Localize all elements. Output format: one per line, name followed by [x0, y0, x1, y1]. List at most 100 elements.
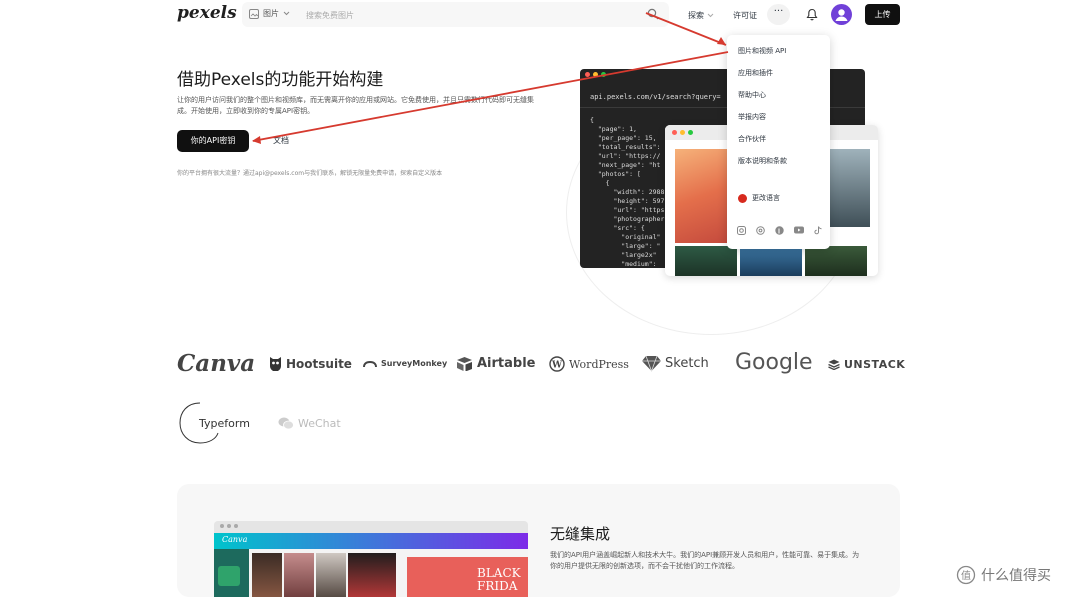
wordpress-icon: W [549, 356, 565, 372]
minimize-dot [680, 130, 685, 135]
feature-title: 无缝集成 [550, 525, 611, 543]
more-button[interactable]: ··· [767, 4, 790, 25]
social-links [737, 226, 822, 235]
monkey-icon [363, 360, 377, 367]
wordpress-label: WordPress [569, 357, 629, 371]
instagram-icon[interactable] [737, 226, 746, 235]
code-line: "per_page": 15, [590, 134, 657, 142]
app-tile-icon [218, 566, 240, 586]
menu-item-apps[interactable]: 应用和插件 [738, 68, 773, 78]
window-dots [672, 130, 693, 135]
chevron-down-icon [707, 13, 713, 18]
chevron-down-icon [283, 11, 290, 16]
svg-text:值: 值 [961, 569, 971, 582]
window-dot [234, 524, 238, 528]
menu-item-api[interactable]: 图片和视频 API [738, 46, 786, 56]
svg-text:W: W [551, 361, 563, 371]
hero-note: 你的平台拥有很大流量？通过api@pexels.com与我们联系，解锁无限量免费… [177, 170, 443, 177]
canva-header [214, 533, 528, 549]
hero-title: 借助Pexels的功能开始构建 [177, 70, 384, 90]
license-link[interactable]: 许可证 [733, 10, 757, 21]
unstack-logo: UNSTACK [828, 358, 905, 371]
wechat-label: WeChat [298, 417, 341, 430]
code-line: "height": 597 [590, 197, 665, 205]
airtable-icon [457, 357, 472, 371]
wechat-logo: WeChat [278, 417, 341, 430]
code-line: { [590, 116, 594, 124]
smzdm-logo-icon: 值 [956, 565, 976, 585]
flamingo-photo [348, 553, 396, 597]
code-json: { "page": 1, "per_page": 15, "total_resu… [590, 116, 664, 268]
code-line: "medium": [590, 260, 661, 268]
canva-mockup: Canva BLACK FRIDA [214, 521, 528, 597]
language-label: 更改语言 [752, 194, 780, 202]
jellyfish-photo [675, 149, 729, 243]
photo-thumbnail [252, 553, 282, 597]
maximize-dot [601, 72, 606, 77]
search-type-label: 图片 [263, 9, 279, 18]
menu-item-terms[interactable]: 版本说明和条款 [738, 156, 787, 166]
hootsuite-label: Hootsuite [286, 356, 352, 371]
code-line: "width": 2988 [590, 188, 665, 196]
maximize-dot [688, 130, 693, 135]
sketch-label: Sketch [665, 356, 709, 371]
search-icon[interactable] [647, 8, 659, 20]
menu-item-partners[interactable]: 合作伙伴 [738, 134, 766, 144]
partner-logos: Canva Hootsuite SurveyMonkey Airtable W … [177, 350, 907, 390]
flag-icon [738, 193, 747, 203]
black-friday-card: BLACK FRIDA [407, 557, 528, 597]
pinterest-icon[interactable] [775, 226, 784, 235]
more-dropdown-menu: 图片和视频 API 应用和插件 帮助中心 举报内容 合作伙伴 版本说明和条款 更… [727, 35, 830, 249]
photo-thumbnail [675, 246, 737, 276]
youtube-icon[interactable] [794, 226, 804, 234]
code-line: "src": { [590, 224, 645, 232]
owl-icon [270, 357, 281, 371]
image-icon [249, 8, 259, 19]
api-key-button[interactable]: 你的API密钥 [177, 130, 249, 152]
unstack-label: UNSTACK [844, 358, 906, 371]
hero-description: 让你的用户访问我们的整个图片和视频库，而无需离开你的应用或网站。它免费使用，并且… [177, 96, 534, 115]
code-line: "page": 1, [590, 125, 637, 133]
whale-photo [740, 246, 802, 276]
surveymonkey-logo: SurveyMonkey [363, 359, 447, 368]
user-icon [835, 9, 848, 21]
code-line: "url": "https:// [590, 152, 661, 160]
diamond-icon [642, 355, 661, 372]
google-logo: Google [735, 350, 813, 375]
top-nav: pexels 图片 搜索免费图片 探索 许可证 ··· 上传 [0, 0, 1080, 30]
wordpress-logo: W WordPress [549, 356, 629, 372]
airtable-label: Airtable [477, 356, 536, 371]
avatar[interactable] [831, 4, 852, 25]
search-bar[interactable]: 图片 搜索免费图片 [242, 2, 669, 27]
menu-item-report[interactable]: 举报内容 [738, 112, 766, 122]
mockup-titlebar [214, 521, 528, 533]
code-line: { [590, 179, 610, 187]
code-line: "large": " [590, 242, 661, 250]
code-line: "large2x" [590, 251, 657, 259]
window-dot [220, 524, 224, 528]
watermark: 值 什么值得买 [956, 565, 1051, 585]
bell-icon[interactable] [806, 8, 818, 21]
explore-link[interactable]: 探索 [688, 10, 714, 21]
airtable-logo: Airtable [456, 356, 536, 371]
threads-icon[interactable] [756, 226, 765, 235]
language-selector[interactable]: 更改语言 [738, 193, 780, 203]
code-line: "url": "https [590, 206, 665, 214]
black-friday-text: BLACK FRIDA [477, 566, 521, 593]
code-line: "total_results": [590, 143, 661, 151]
photo-thumbnail [316, 553, 346, 597]
tiktok-icon[interactable] [814, 226, 822, 235]
watermark-text: 什么值得买 [981, 568, 1051, 584]
canva-mock-logo: Canva [222, 535, 248, 544]
upload-button[interactable]: 上传 [865, 4, 900, 25]
search-input[interactable]: 搜索免费图片 [306, 10, 354, 21]
docs-button[interactable]: 文档 [259, 130, 303, 152]
code-line: "next_page": "ht [590, 161, 661, 169]
search-type-selector[interactable]: 图片 [249, 8, 290, 19]
pexels-logo[interactable]: pexels [177, 3, 237, 23]
window-dots [585, 72, 606, 77]
typeform-logo: Typeform [178, 401, 250, 445]
close-dot [672, 130, 677, 135]
menu-item-help[interactable]: 帮助中心 [738, 90, 766, 100]
feature-section: Canva BLACK FRIDA 无缝集成 我们的API用户涵盖崛起新人和技术… [177, 484, 900, 597]
